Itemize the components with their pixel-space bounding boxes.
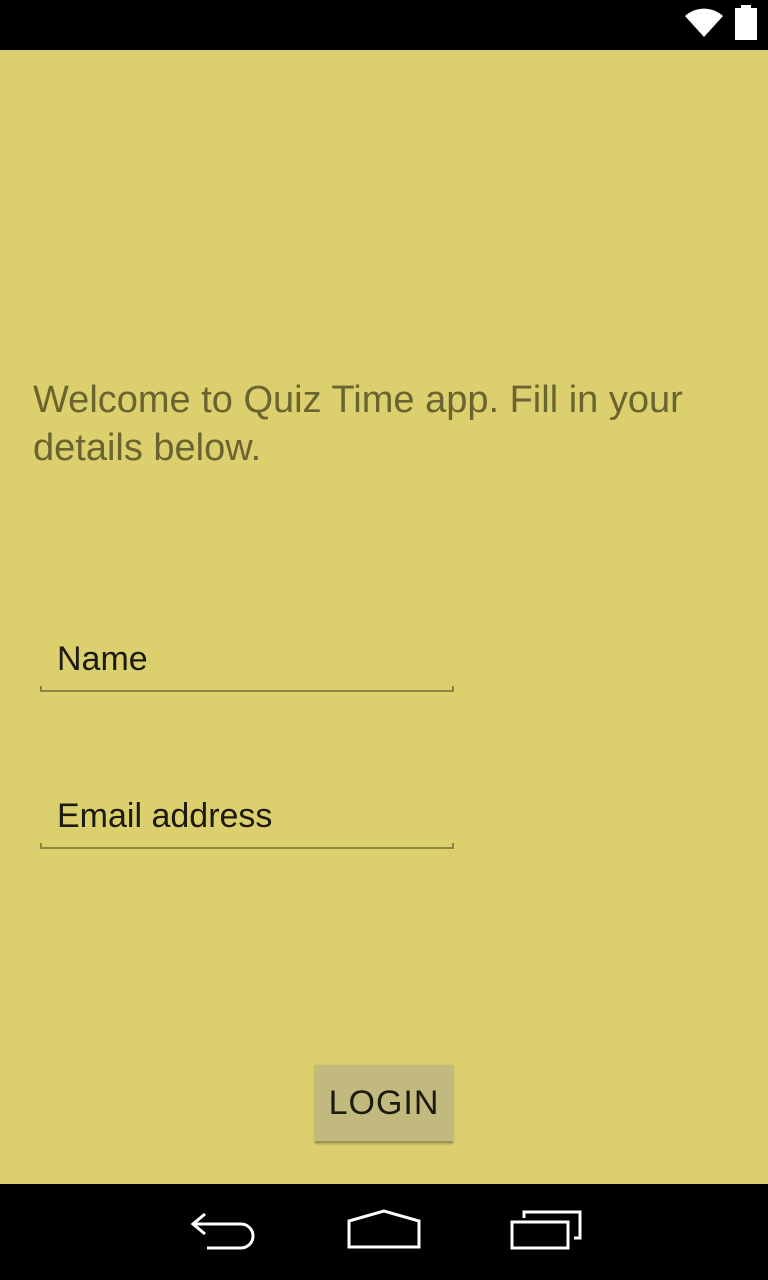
back-icon (189, 1210, 259, 1255)
email-field[interactable] (40, 787, 454, 849)
home-button[interactable] (334, 1202, 434, 1262)
name-field-underline (40, 686, 454, 692)
navigation-bar (0, 1184, 768, 1280)
app-content: Welcome to Quiz Time app. Fill in your d… (0, 50, 768, 1184)
battery-icon (734, 4, 758, 46)
name-field[interactable] (40, 630, 454, 692)
welcome-message: Welcome to Quiz Time app. Fill in your d… (33, 379, 683, 469)
email-field-underline (40, 843, 454, 849)
home-icon (346, 1208, 422, 1256)
recent-apps-button[interactable] (496, 1202, 596, 1262)
wifi-icon (684, 7, 724, 44)
recent-apps-icon (510, 1210, 582, 1255)
back-button[interactable] (174, 1202, 274, 1262)
email-input[interactable] (40, 787, 454, 845)
name-input[interactable] (40, 630, 454, 688)
status-bar (0, 0, 768, 50)
login-button[interactable]: LOGIN (315, 1065, 453, 1143)
status-icons (684, 0, 758, 50)
